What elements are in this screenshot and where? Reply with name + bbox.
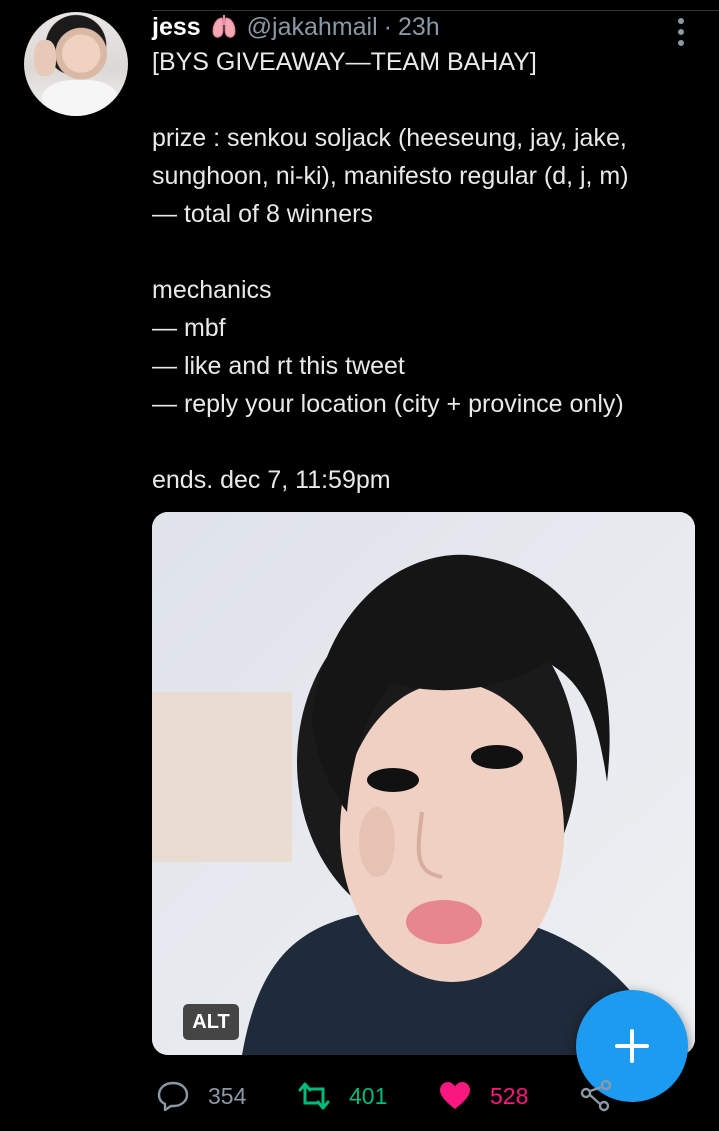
reply-button[interactable]: 354 xyxy=(156,1075,246,1117)
tweet-header: jess @jakahmail · 23h xyxy=(152,10,440,44)
tweet-media-photo[interactable]: ALT xyxy=(152,512,695,1055)
tweet-actions: 354 401 528 xyxy=(152,1075,622,1117)
separator-dot: · xyxy=(383,12,392,41)
tweet-line: — reply your location (city + province o… xyxy=(152,390,624,418)
tweet-line: sunghoon, ni-ki), manifesto regular (d, … xyxy=(152,162,629,190)
photo-illustration xyxy=(152,512,695,1055)
tweet-line: prize : senkou soljack (heeseung, jay, j… xyxy=(152,124,627,152)
share-button[interactable] xyxy=(579,1075,631,1117)
tweet-line: — mbf xyxy=(152,314,226,342)
share-icon xyxy=(580,1079,612,1112)
retweet-count: 401 xyxy=(349,1082,388,1109)
user-handle[interactable]: @jakahmail xyxy=(247,13,378,42)
retweet-button[interactable]: 401 xyxy=(297,1075,387,1117)
heart-icon xyxy=(440,1082,470,1109)
tweet-line: mechanics xyxy=(152,276,272,304)
tweet-line: [BYS GIVEAWAY—TEAM BAHAY] xyxy=(152,48,537,76)
tweet-line: ends. dec 7, 11:59pm xyxy=(152,466,391,494)
avatar-shirt xyxy=(42,80,118,116)
tweet-line: — total of 8 winners xyxy=(152,200,373,228)
display-name[interactable]: jess xyxy=(152,13,201,42)
avatar[interactable] xyxy=(24,12,128,116)
avatar-hand xyxy=(34,40,56,76)
tweet-time[interactable]: 23h xyxy=(398,13,440,42)
lungs-icon xyxy=(211,14,237,40)
reply-count: 354 xyxy=(208,1082,247,1109)
plus-icon xyxy=(615,1029,649,1063)
retweet-icon xyxy=(298,1082,330,1110)
reply-icon xyxy=(157,1081,189,1112)
tweet-text: [BYS GIVEAWAY—TEAM BAHAY] prize : senkou… xyxy=(152,43,697,499)
like-count: 528 xyxy=(490,1082,529,1109)
alt-badge[interactable]: ALT xyxy=(183,1004,239,1040)
like-button[interactable]: 528 xyxy=(438,1075,528,1117)
tweet-line: — like and rt this tweet xyxy=(152,352,405,380)
